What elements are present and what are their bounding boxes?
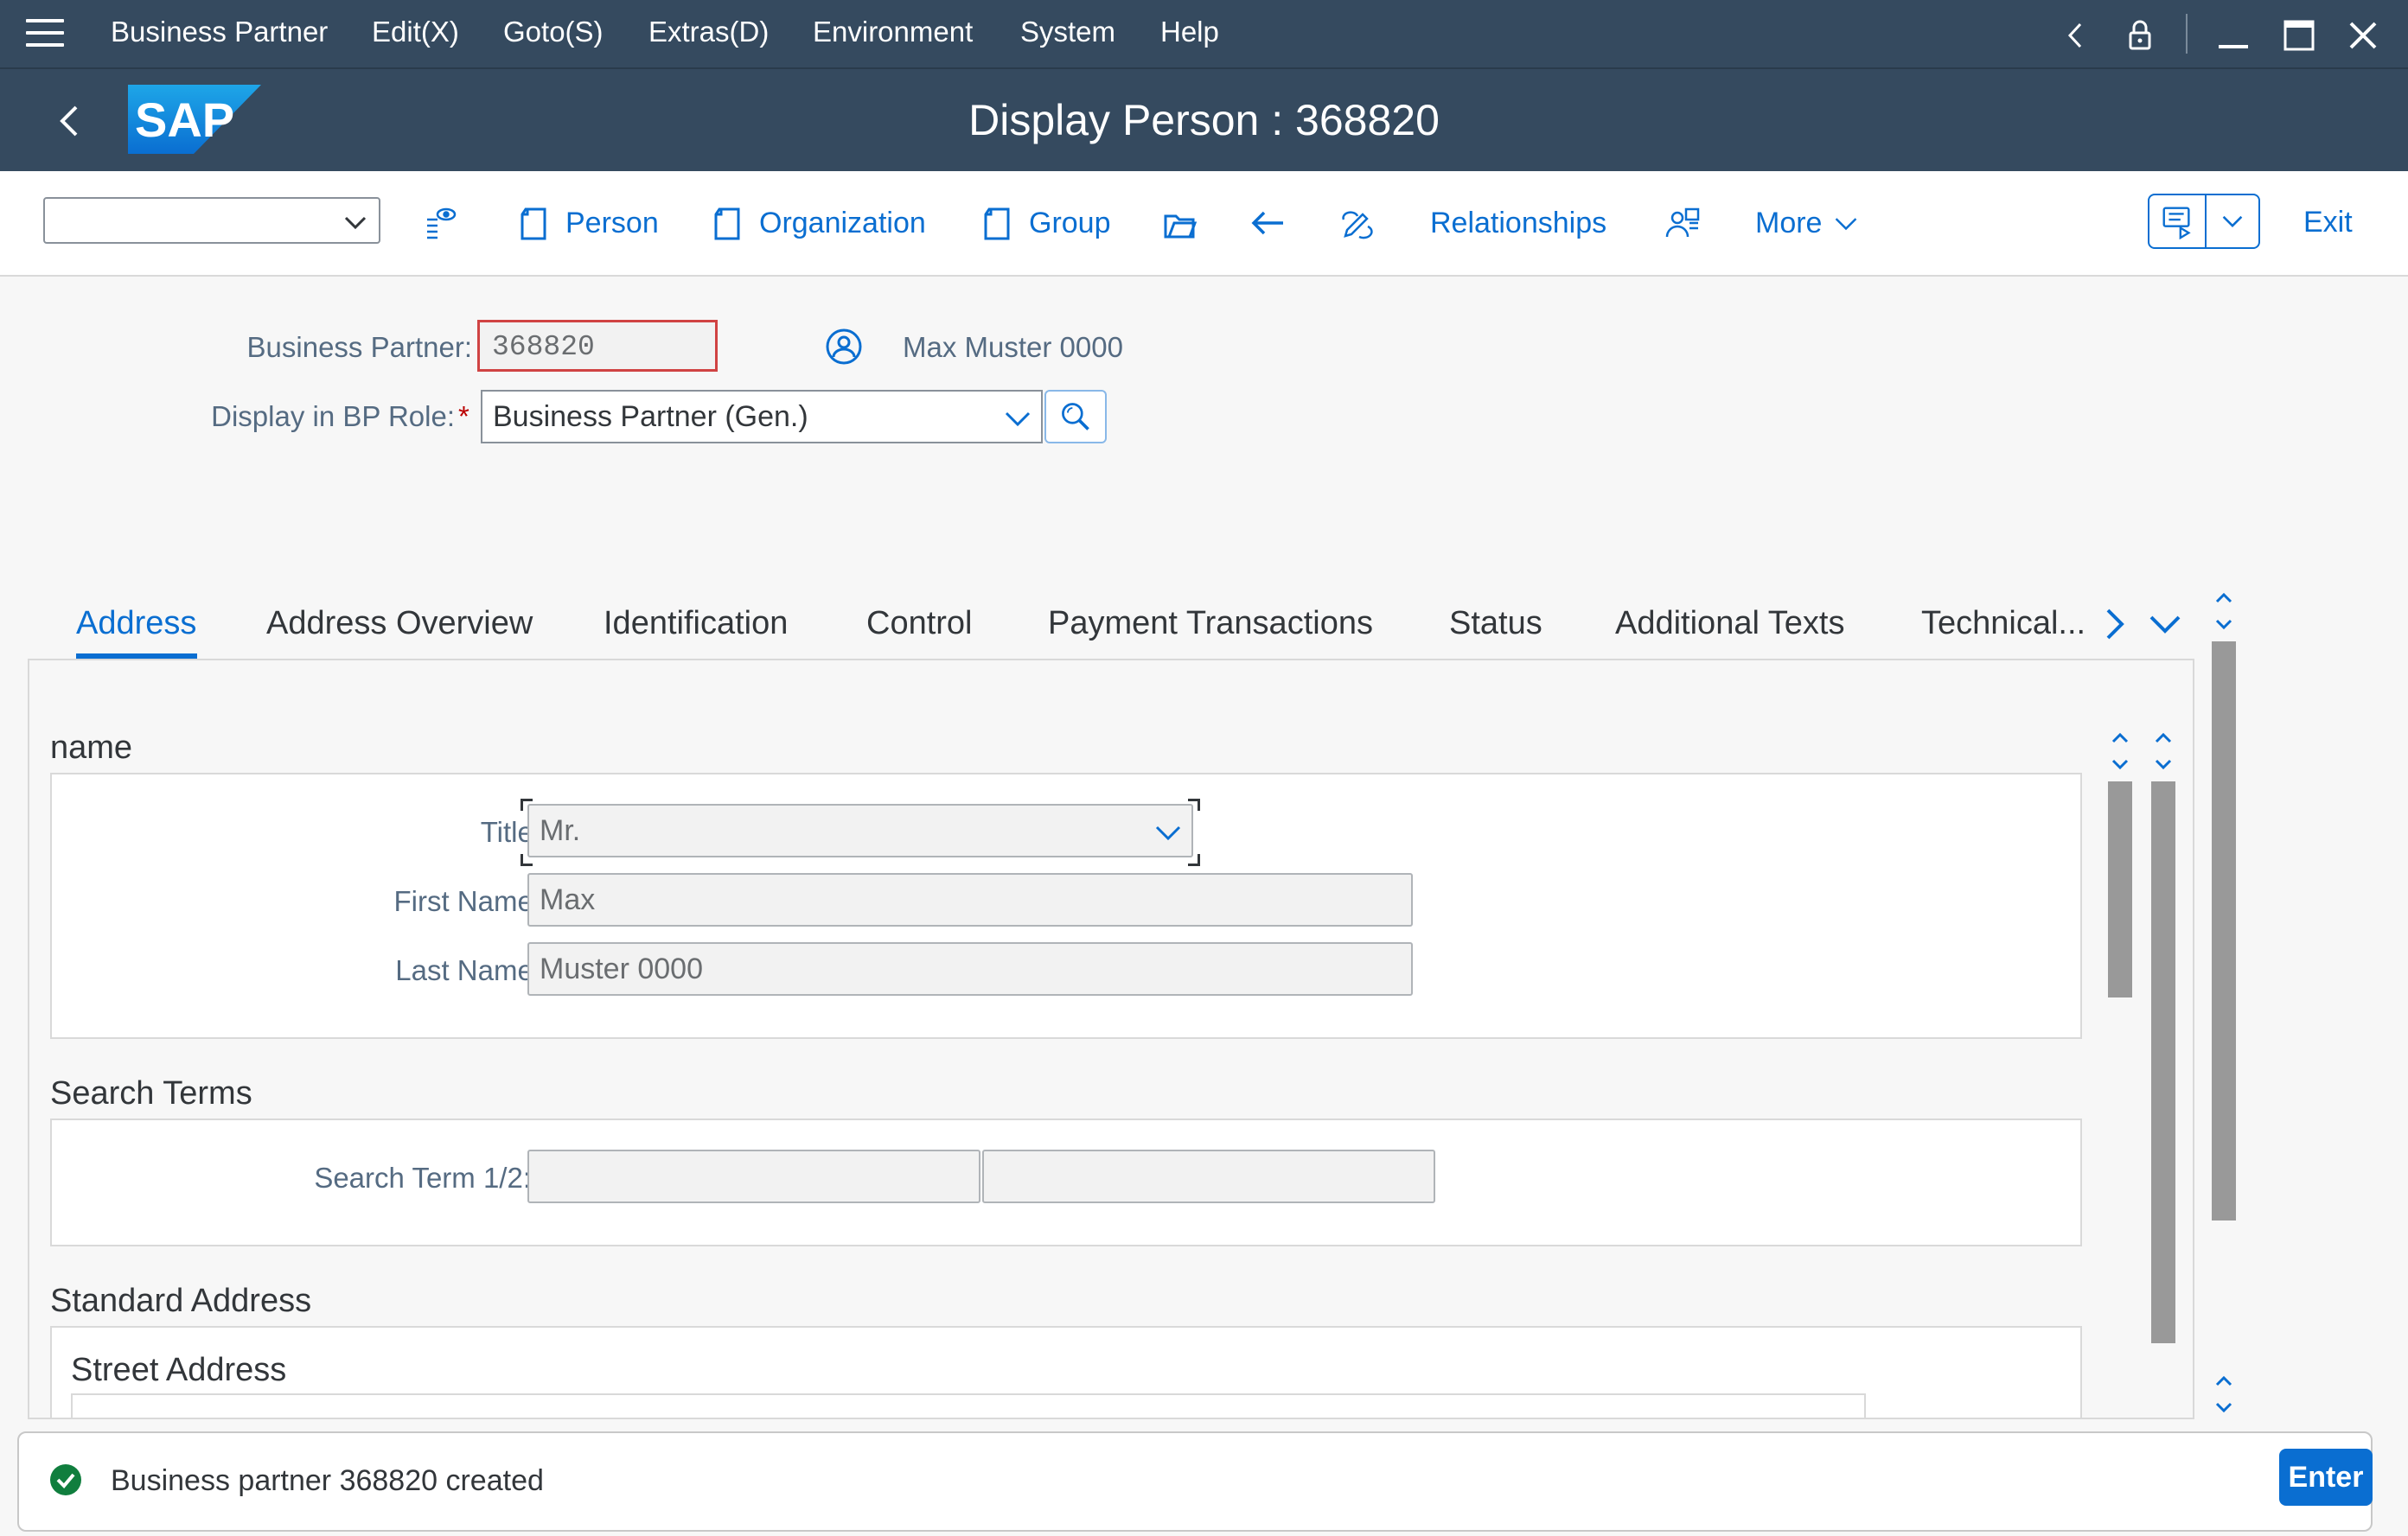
menu-bar: Business Partner Edit(X) Goto(S) Extras(…: [0, 0, 2408, 67]
group-button[interactable]: Group: [979, 197, 1111, 249]
tab-payment-transactions[interactable]: Payment Transactions: [1048, 605, 1373, 642]
name-group-scroll-arrows-icon[interactable]: [2106, 728, 2134, 774]
tab-list-chevron-down-icon[interactable]: [2146, 605, 2184, 643]
last-name-field[interactable]: Muster 0000: [527, 942, 1413, 996]
maximize-icon[interactable]: [2276, 12, 2322, 59]
search-term-1-field[interactable]: [527, 1150, 980, 1203]
panel-scroll-arrows-icon[interactable]: [2149, 728, 2177, 774]
address-tab-panel: name Title: Mr. First Name: Max Last Nam…: [28, 659, 2194, 1419]
command-field-dropdown[interactable]: [43, 197, 380, 244]
name-group-title: name: [50, 730, 133, 766]
success-check-icon: [50, 1464, 81, 1495]
page-title: Display Person : 368820: [968, 96, 1440, 144]
tab-scroll-right-icon[interactable]: [2096, 605, 2134, 643]
person-button[interactable]: Person: [515, 197, 659, 249]
minimize-icon[interactable]: [2210, 12, 2257, 59]
new-document-icon: [521, 207, 546, 240]
menu-help[interactable]: Help: [1160, 16, 1219, 48]
business-partner-name: Max Muster 0000: [903, 331, 1123, 363]
edit-display-toggle-icon[interactable]: [1338, 197, 1376, 249]
menu-environment[interactable]: Environment: [813, 16, 973, 48]
enter-button[interactable]: Enter: [2279, 1449, 2373, 1506]
title-bar: SAP Display Person : 368820: [0, 67, 2408, 171]
search-term-2-field[interactable]: [982, 1150, 1435, 1203]
lock-icon[interactable]: [2117, 12, 2163, 59]
search-icon: [1062, 403, 1089, 430]
role-search-button[interactable]: [1044, 390, 1107, 443]
collapse-left-icon[interactable]: [2053, 12, 2099, 59]
person-icon: [826, 328, 862, 365]
name-group-scrollbar-thumb[interactable]: [2108, 781, 2132, 997]
tab-address-overview[interactable]: Address Overview: [266, 605, 533, 642]
tab-technical[interactable]: Technical...: [1921, 605, 2085, 642]
open-folder-icon[interactable]: [1160, 197, 1198, 249]
menu-edit[interactable]: Edit(X): [372, 16, 459, 48]
organization-button[interactable]: Organization: [709, 197, 926, 249]
menu-extras[interactable]: Extras(D): [648, 16, 769, 48]
switch-back-icon[interactable]: [1249, 197, 1287, 249]
outer-scrollbar-thumb[interactable]: [2212, 641, 2236, 1221]
outer-scroll-arrows-bottom-icon[interactable]: [2210, 1371, 2238, 1418]
tab-identification[interactable]: Identification: [604, 605, 788, 642]
tab-control[interactable]: Control: [866, 605, 973, 642]
new-document-icon: [714, 207, 740, 240]
status-message: Business partner 368820 created: [111, 1464, 544, 1497]
tab-status[interactable]: Status: [1449, 605, 1543, 642]
first-name-label: First Name:: [393, 885, 541, 917]
last-name-label: Last Name:: [395, 954, 541, 986]
bp-role-dropdown[interactable]: Business Partner (Gen.): [481, 390, 1043, 443]
exit-button[interactable]: Exit: [2303, 206, 2353, 239]
tab-additional-texts[interactable]: Additional Texts: [1615, 605, 1844, 642]
application-toolbar: Person Organization Group Relationships …: [0, 171, 2408, 277]
person-settings-icon[interactable]: [1664, 197, 1702, 249]
outer-scroll-arrows-icon[interactable]: [2210, 588, 2238, 634]
display-options-split-button[interactable]: [2148, 194, 2260, 249]
chevron-down-icon: [1836, 218, 1857, 231]
title-dropdown[interactable]: Mr.: [527, 804, 1193, 857]
panel-scrollbar-thumb[interactable]: [2151, 781, 2175, 1343]
street-address-group-title: Street Address: [71, 1352, 287, 1388]
first-name-field[interactable]: Max: [527, 873, 1413, 927]
menu-business-partner[interactable]: Business Partner: [111, 16, 328, 48]
status-bar: Business partner 368820 created Enter: [17, 1431, 2373, 1532]
relationships-button[interactable]: Relationships: [1430, 197, 1606, 249]
screen-display-icon[interactable]: [2149, 195, 2207, 247]
search-terms-group-title: Search Terms: [50, 1075, 252, 1112]
street-address-group-box: [71, 1393, 1866, 1418]
business-partner-field[interactable]: 368820: [477, 320, 718, 372]
hierarchy-display-icon[interactable]: [422, 197, 460, 249]
bp-role-label: Display in BP Role:: [211, 400, 455, 432]
chevron-down-icon: [1005, 411, 1031, 427]
new-document-icon: [984, 207, 1010, 240]
business-partner-label: Business Partner:: [246, 331, 472, 363]
required-marker: *: [458, 400, 469, 432]
chevron-down-icon[interactable]: [2207, 195, 2258, 247]
more-button[interactable]: More: [1755, 197, 1862, 249]
menu-system[interactable]: System: [1020, 16, 1115, 48]
close-icon[interactable]: [2340, 12, 2386, 59]
search-term-label: Search Term 1/2:: [314, 1162, 531, 1194]
hamburger-menu-icon[interactable]: [26, 19, 64, 48]
menu-goto[interactable]: Goto(S): [503, 16, 604, 48]
standard-address-group-title: Standard Address: [50, 1283, 312, 1319]
tab-address[interactable]: Address: [76, 605, 196, 642]
chevron-down-icon: [1155, 825, 1181, 841]
